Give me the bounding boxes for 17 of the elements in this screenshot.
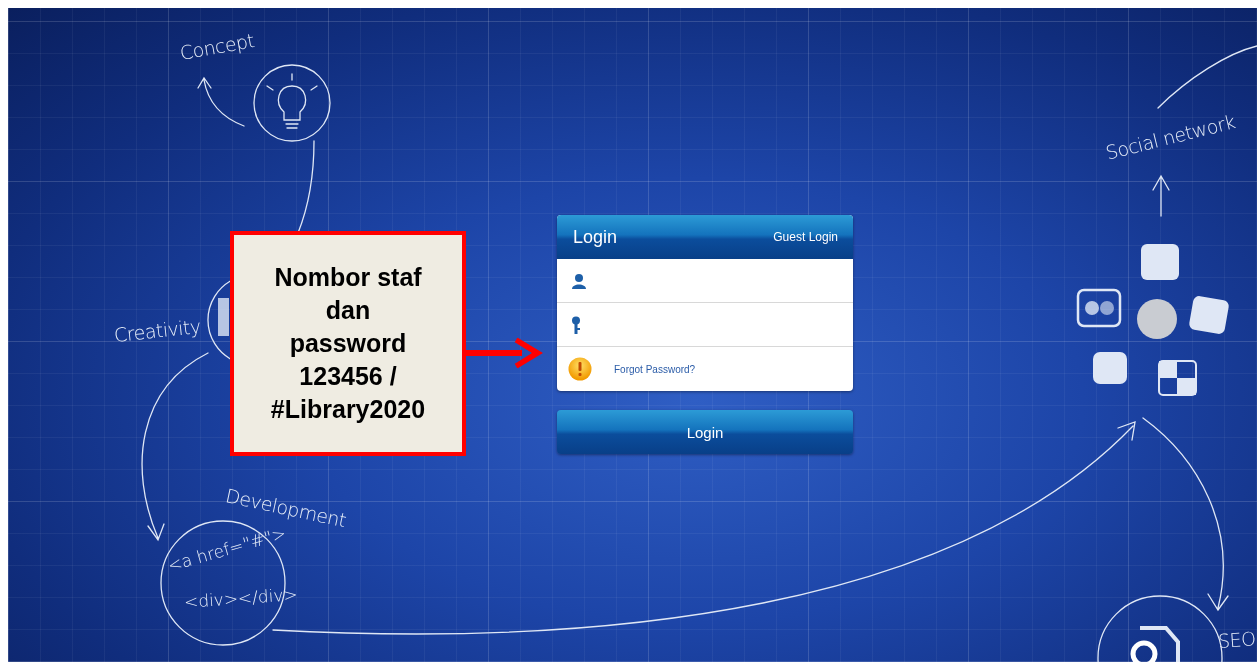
guest-login-link[interactable]: Guest Login — [773, 230, 838, 244]
forgot-password-link[interactable]: Forgot Password? — [614, 363, 696, 375]
username-field[interactable] — [557, 259, 853, 303]
sketch-label: <div></div> — [183, 584, 299, 612]
sketch-label: Concept — [178, 29, 256, 64]
warning-icon — [568, 357, 592, 381]
login-button[interactable]: Login — [557, 410, 853, 454]
sketch-label: Social network — [1103, 110, 1238, 164]
login-title: Login — [573, 226, 618, 248]
sketch-label: SEO — [1217, 627, 1257, 652]
sketch-arrow — [197, 77, 245, 127]
annotation-note: Nombor staf dan password 123456 / #Library2020 — [230, 231, 466, 456]
key-icon — [571, 315, 581, 334]
sketch-arrow — [1152, 174, 1170, 217]
password-field[interactable] — [557, 303, 853, 347]
sketch-label: Creativity — [112, 314, 202, 346]
user-icon — [571, 272, 587, 289]
